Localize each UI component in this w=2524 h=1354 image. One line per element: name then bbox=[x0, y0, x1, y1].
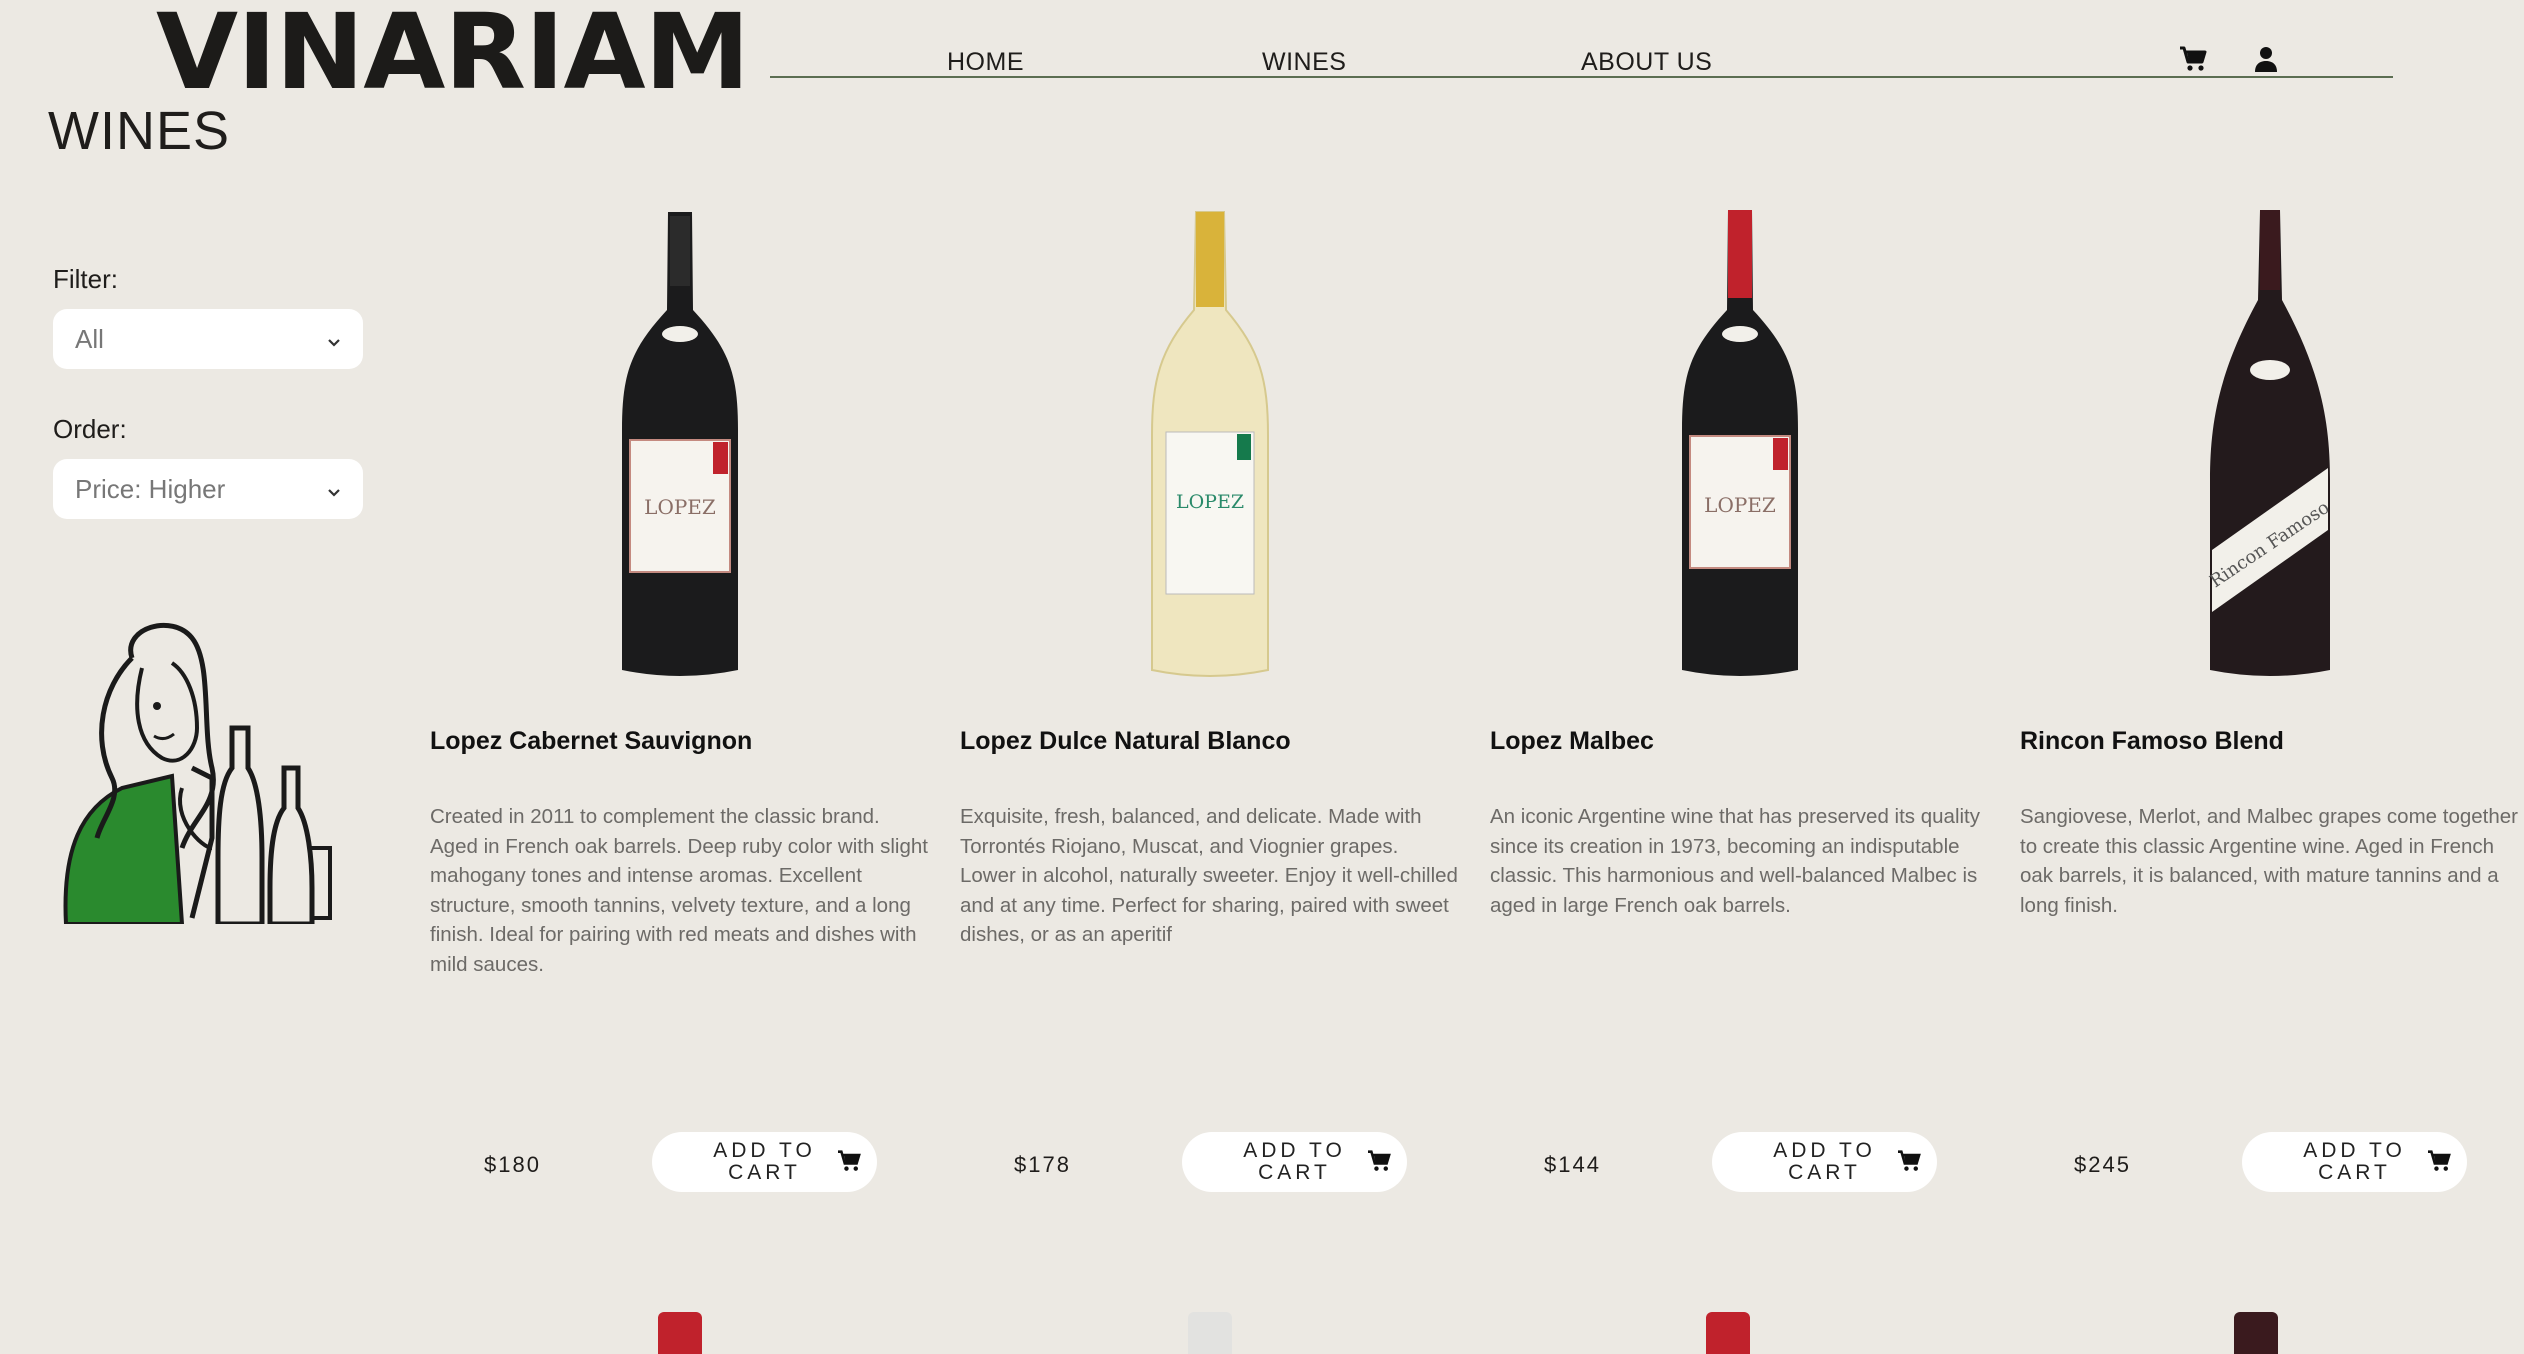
wine-bottle-image[interactable] bbox=[1188, 1312, 1232, 1354]
wine-bottle-image[interactable] bbox=[2234, 1312, 2278, 1354]
wine-description: Sangiovese, Merlot, and Malbec grapes co… bbox=[2020, 805, 2518, 917]
user-icon[interactable] bbox=[2254, 46, 2278, 79]
add-to-cart-label: ADD TO CART bbox=[1243, 1139, 1346, 1184]
wine-price: $245 bbox=[2074, 1152, 2131, 1177]
cart-icon[interactable] bbox=[2179, 46, 2207, 79]
wine-bottle-image[interactable]: Rincon Famoso bbox=[2170, 200, 2370, 680]
nav-about-link[interactable]: ABOUT US bbox=[1581, 48, 1712, 77]
brand-logo[interactable]: VINARIAM bbox=[156, 0, 750, 104]
wine-bottle-image[interactable] bbox=[1706, 1312, 1750, 1354]
filter-select-value: All bbox=[75, 323, 104, 354]
wine-name[interactable]: Lopez Malbec bbox=[1490, 727, 1654, 756]
wine-bottle-image[interactable] bbox=[658, 1312, 702, 1354]
wine-price: $178 bbox=[1014, 1152, 1071, 1177]
wine-description: Created in 2011 to complement the classi… bbox=[430, 805, 928, 976]
main-nav: HOME WINES ABOUT US bbox=[770, 40, 2393, 78]
svg-text:LOPEZ: LOPEZ bbox=[1176, 491, 1244, 513]
order-label: Order: bbox=[53, 414, 127, 444]
wine-card: Rincon Famoso Rincon Famoso Blend Sangio… bbox=[2020, 190, 2520, 1192]
chevron-down-icon bbox=[327, 474, 341, 505]
filter-label: Filter: bbox=[53, 264, 118, 294]
add-to-cart-button[interactable]: ADD TO CART bbox=[1182, 1132, 1407, 1192]
wine-bottle-image[interactable]: LOPEZ bbox=[1110, 200, 1310, 680]
page-title: WINES bbox=[48, 101, 231, 161]
wine-card: LOPEZ Lopez Malbec An iconic Argentine w… bbox=[1490, 190, 1990, 1192]
wine-price: $144 bbox=[1544, 1152, 1601, 1177]
nav-home-link[interactable]: HOME bbox=[947, 48, 1024, 77]
add-to-cart-label: ADD TO CART bbox=[2303, 1139, 2406, 1184]
chevron-down-icon bbox=[327, 324, 341, 355]
svg-text:LOPEZ: LOPEZ bbox=[644, 495, 716, 519]
wine-description: Exquisite, fresh, balanced, and delicate… bbox=[960, 805, 1458, 946]
wine-card: LOPEZ Lopez Cabernet Sauvignon Created i… bbox=[430, 190, 930, 1192]
svg-text:LOPEZ: LOPEZ bbox=[1704, 493, 1776, 517]
wine-price: $180 bbox=[484, 1152, 541, 1177]
cart-icon bbox=[1898, 1150, 1921, 1171]
wine-description: An iconic Argentine wine that has preser… bbox=[1490, 805, 1980, 917]
order-select-value: Price: Higher bbox=[75, 473, 226, 504]
cart-icon bbox=[1368, 1150, 1391, 1171]
wine-name[interactable]: Rincon Famoso Blend bbox=[2020, 727, 2284, 756]
wine-card: LOPEZ Lopez Dulce Natural Blanco Exquisi… bbox=[960, 190, 1460, 1192]
nav-wines-link[interactable]: WINES bbox=[1262, 48, 1346, 77]
wine-name[interactable]: Lopez Cabernet Sauvignon bbox=[430, 727, 752, 756]
add-to-cart-button[interactable]: ADD TO CART bbox=[652, 1132, 877, 1192]
order-select[interactable]: Price: Higher bbox=[53, 459, 363, 519]
add-to-cart-button[interactable]: ADD TO CART bbox=[1712, 1132, 1937, 1192]
wine-bottle-image[interactable]: LOPEZ bbox=[580, 200, 780, 680]
add-to-cart-button[interactable]: ADD TO CART bbox=[2242, 1132, 2467, 1192]
filter-select[interactable]: All bbox=[53, 309, 363, 369]
add-to-cart-label: ADD TO CART bbox=[713, 1139, 816, 1184]
woman-with-wine-illustration bbox=[63, 622, 332, 924]
cart-icon bbox=[838, 1150, 861, 1171]
add-to-cart-label: ADD TO CART bbox=[1773, 1139, 1876, 1184]
cart-icon bbox=[2428, 1150, 2451, 1171]
wine-bottle-image[interactable]: LOPEZ bbox=[1640, 200, 1840, 680]
wine-name[interactable]: Lopez Dulce Natural Blanco bbox=[960, 727, 1291, 756]
